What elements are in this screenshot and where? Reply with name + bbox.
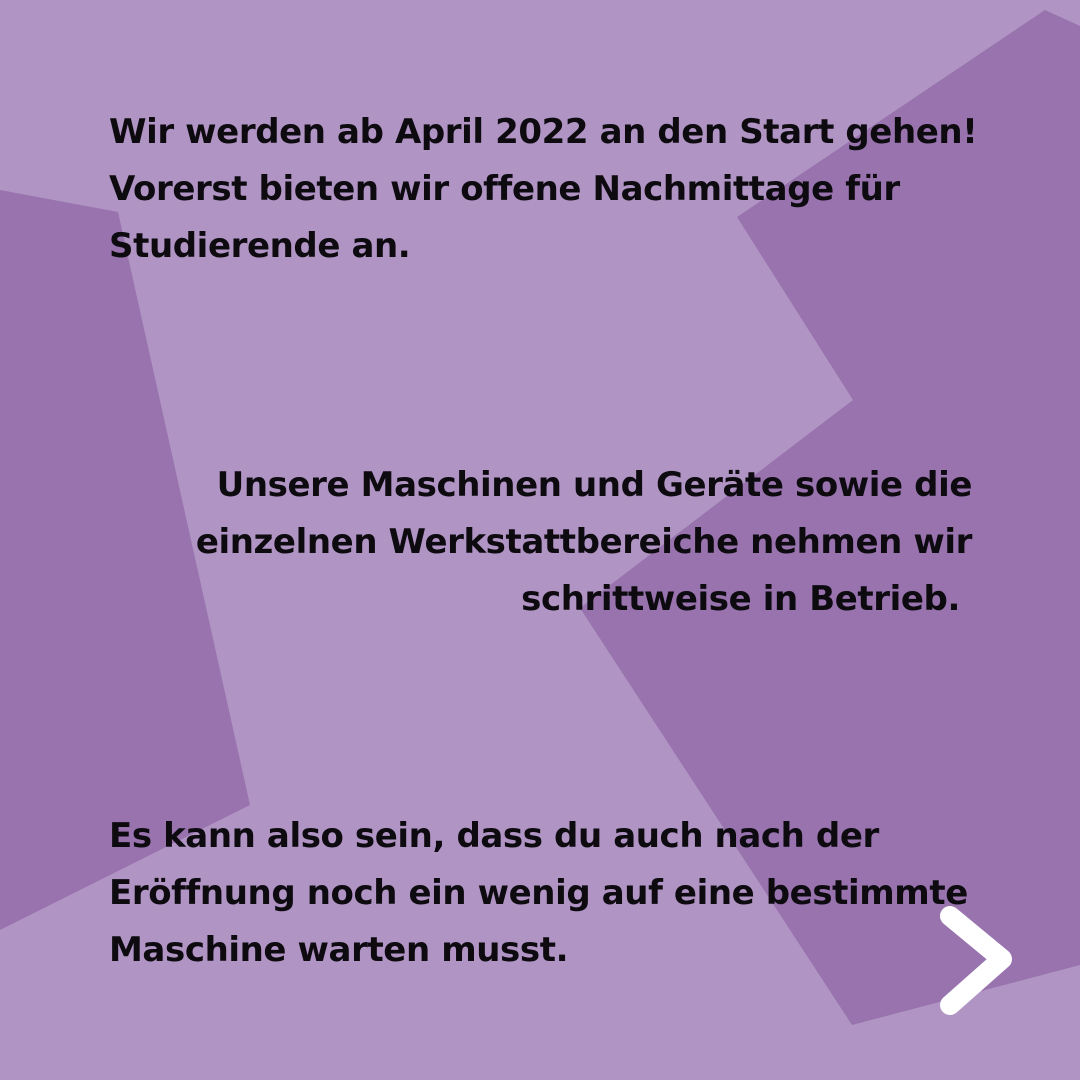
text-line: Unsere Maschinen und Geräte sowie die [216,465,973,505]
text-line: Vorerst bieten wir offene Nachmittage fü… [109,169,900,209]
text-line: Es kann also sein, dass du auch nach der [109,816,879,856]
machines-text: Unsere Maschinen und Geräte sowie die ei… [195,457,973,628]
text-line: schrittweise in Betrieb. [521,579,960,619]
text-line: einzelnen Werkstattbereiche nehmen wir [195,522,973,562]
intro-text: Wir werden ab April 2022 an den Start ge… [109,104,978,275]
text-line: Eröffnung noch ein wenig auf eine bestim… [109,873,968,913]
text-line: Studierende an. [109,226,411,266]
text-line: Maschine warten musst. [109,930,569,970]
text-line: Wir werden ab April 2022 an den Start ge… [109,112,978,152]
chevron-right-icon [940,906,1012,1015]
waiting-text: Es kann also sein, dass du auch nach der… [109,808,968,979]
next-button[interactable] [930,902,1030,1022]
